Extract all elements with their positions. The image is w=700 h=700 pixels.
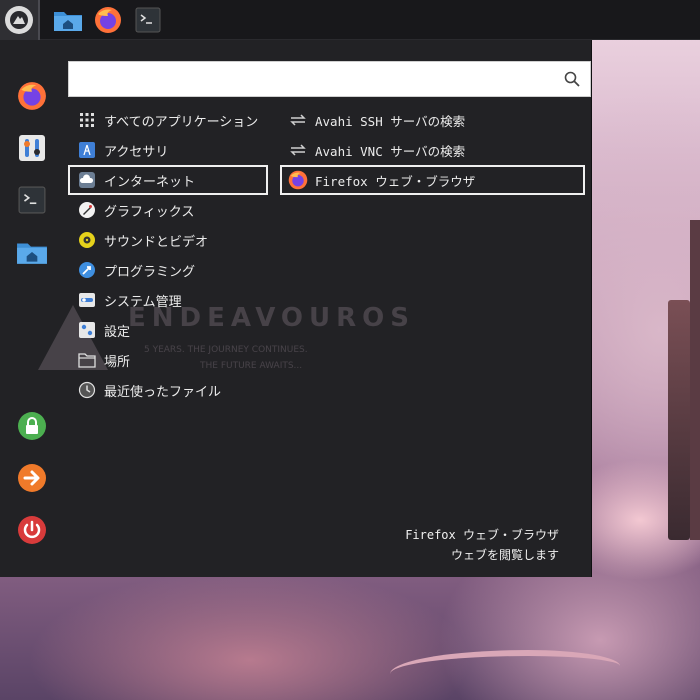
search-icon[interactable] bbox=[564, 71, 580, 87]
lock-icon bbox=[18, 412, 46, 440]
favorite-home-folder[interactable] bbox=[16, 236, 48, 268]
logout-button[interactable] bbox=[16, 462, 48, 494]
network-arrows-icon bbox=[288, 140, 308, 160]
firefox-icon bbox=[95, 7, 121, 33]
category-label: インターネット bbox=[104, 174, 196, 190]
category-graphics[interactable]: グラフィックス bbox=[68, 195, 268, 225]
multimedia-icon bbox=[78, 231, 96, 249]
endeavouros-logo-icon bbox=[5, 6, 33, 34]
category-development[interactable]: プログラミング bbox=[68, 255, 268, 285]
favorite-settings[interactable] bbox=[16, 132, 48, 164]
graphics-icon bbox=[78, 201, 96, 219]
taskbar-files-launcher[interactable] bbox=[50, 0, 86, 40]
app-firefox[interactable]: Firefox ウェブ・ブラウザ bbox=[280, 165, 585, 195]
taskbar-terminal-launcher[interactable] bbox=[130, 0, 166, 40]
terminal-icon bbox=[18, 186, 46, 214]
top-panel bbox=[0, 0, 700, 40]
system-icon bbox=[78, 291, 96, 309]
wallpaper-road bbox=[390, 650, 620, 690]
wallpaper-tower-shadow bbox=[690, 220, 700, 540]
accessories-icon bbox=[78, 141, 96, 159]
app-label: Avahi VNC サーバの検索 bbox=[315, 143, 466, 159]
home-folder-icon bbox=[54, 12, 82, 31]
home-folder-icon bbox=[17, 243, 47, 264]
power-button[interactable] bbox=[16, 514, 48, 546]
category-label: サウンドとビデオ bbox=[104, 234, 209, 250]
app-label: Avahi SSH サーバの検索 bbox=[315, 113, 466, 129]
app-avahi-vnc[interactable]: Avahi VNC サーバの検索 bbox=[280, 135, 585, 165]
network-arrows-icon bbox=[288, 110, 308, 130]
search-input[interactable] bbox=[68, 61, 591, 97]
category-places[interactable]: 場所 bbox=[68, 345, 268, 375]
development-icon bbox=[78, 261, 96, 279]
power-icon bbox=[18, 516, 46, 544]
firefox-icon bbox=[18, 82, 46, 110]
category-settings[interactable]: 設定 bbox=[68, 315, 268, 345]
description-title: Firefox ウェブ・ブラウザ bbox=[405, 528, 559, 542]
category-label: システム管理 bbox=[104, 294, 182, 310]
firefox-icon bbox=[288, 170, 308, 190]
recent-icon bbox=[78, 381, 96, 399]
favorite-firefox[interactable] bbox=[16, 80, 48, 112]
app-menu-button[interactable] bbox=[0, 0, 40, 40]
category-label: 設定 bbox=[104, 324, 131, 340]
taskbar-firefox-launcher[interactable] bbox=[90, 0, 126, 40]
logout-icon bbox=[18, 464, 46, 492]
description-text: ウェブを閲覧します bbox=[450, 548, 559, 562]
application-menu: ENDEAVOUROS 5 YEARS. THE JOURNEY CONTINU… bbox=[0, 40, 592, 577]
category-accessories[interactable]: アクセサリ bbox=[68, 135, 268, 165]
grid-icon bbox=[78, 111, 96, 129]
lock-screen-button[interactable] bbox=[16, 410, 48, 442]
settings-icon bbox=[78, 321, 96, 339]
category-all-applications[interactable]: すべてのアプリケーション bbox=[68, 105, 268, 135]
app-avahi-ssh[interactable]: Avahi SSH サーバの検索 bbox=[280, 105, 585, 135]
cloud-icon bbox=[78, 171, 96, 189]
category-label: プログラミング bbox=[104, 264, 196, 280]
app-label: Firefox ウェブ・ブラウザ bbox=[315, 173, 476, 189]
category-label: アクセサリ bbox=[104, 144, 169, 160]
terminal-icon bbox=[135, 7, 161, 33]
category-label: 最近使ったファイル bbox=[104, 384, 222, 400]
app-description-panel: Firefox ウェブ・ブラウザ ウェブを閲覧します bbox=[405, 525, 559, 565]
category-internet[interactable]: インターネット bbox=[68, 165, 268, 195]
settings-icon bbox=[19, 135, 45, 161]
category-label: 場所 bbox=[104, 354, 131, 370]
category-recent-files[interactable]: 最近使ったファイル bbox=[68, 375, 268, 405]
category-label: グラフィックス bbox=[104, 204, 195, 220]
favorite-terminal[interactable] bbox=[16, 184, 48, 216]
category-system[interactable]: システム管理 bbox=[68, 285, 268, 315]
folder-icon bbox=[78, 351, 96, 369]
wallpaper-tower bbox=[668, 300, 690, 540]
category-multimedia[interactable]: サウンドとビデオ bbox=[68, 225, 268, 255]
category-label: すべてのアプリケーション bbox=[104, 114, 259, 130]
